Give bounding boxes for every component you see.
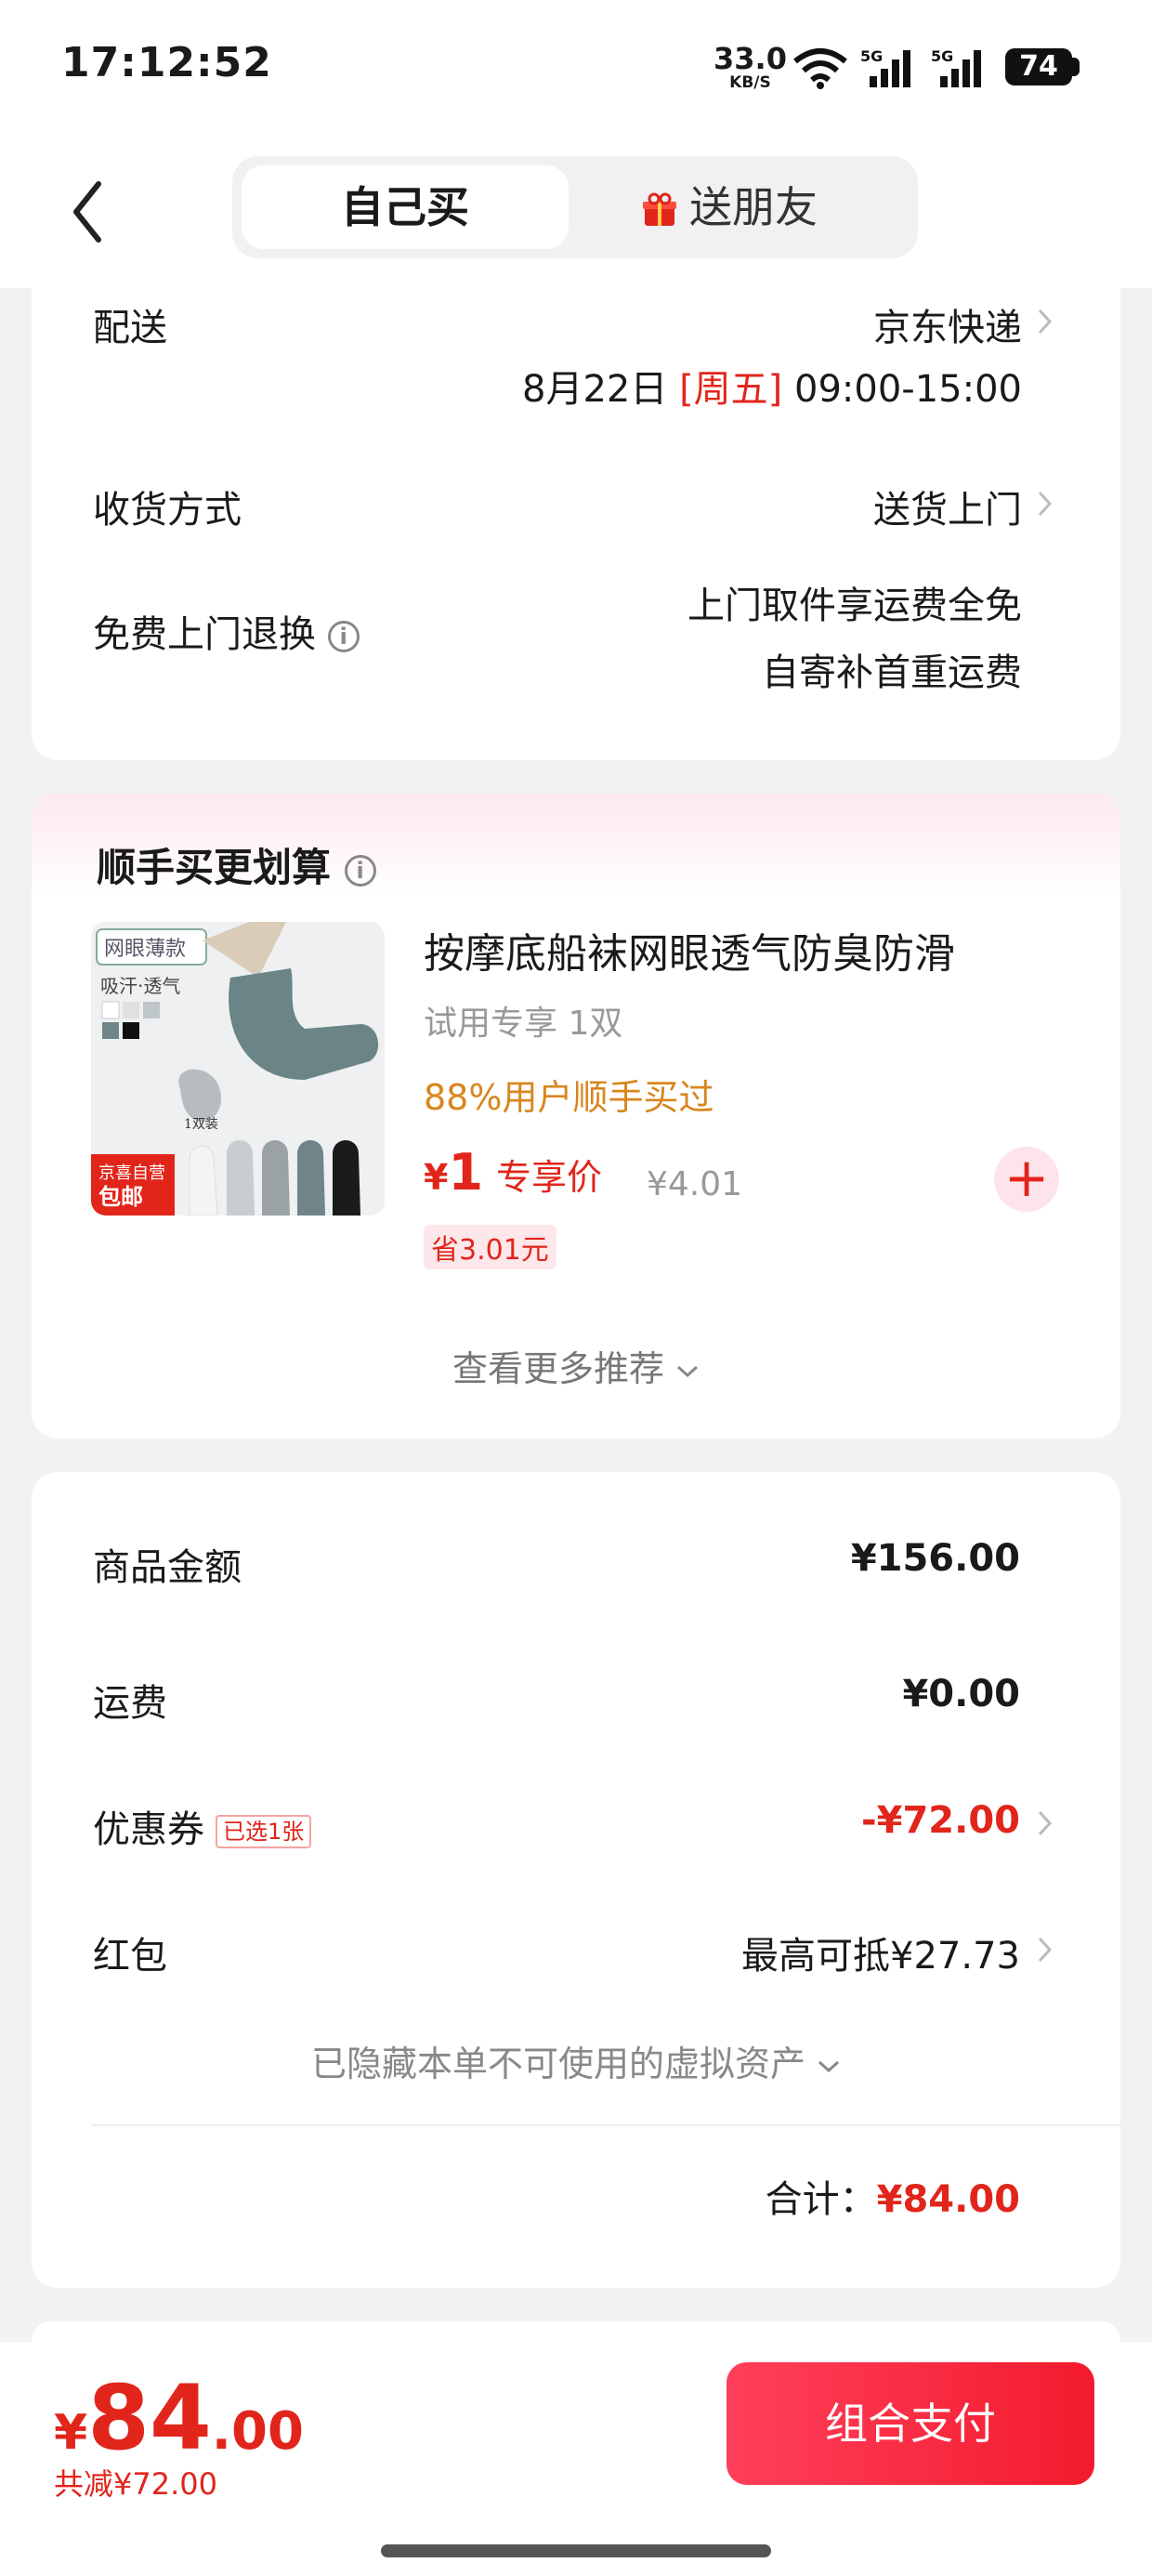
chevron-right-icon[interactable] <box>1035 485 1055 522</box>
thumb-sub: 吸汗·透气 <box>100 975 180 997</box>
order-total-value: ¥84.00 <box>876 2178 1020 2221</box>
signal-5g-icon: 5G <box>860 47 910 87</box>
delivery-carrier[interactable]: 京东快递 <box>873 297 1022 351</box>
coupon-label-text: 优惠券 <box>93 1808 204 1851</box>
sock-image: 网眼薄款 吸汗·透气 1双装 京喜自营 包邮 <box>91 922 385 1216</box>
free-return-line1: 上门取件享运费全免 <box>687 585 1022 627</box>
goods-amount-value: ¥156.00 <box>850 1537 1020 1580</box>
battery-icon: 74 <box>1005 48 1072 85</box>
back-arrow-icon[interactable] <box>63 175 119 249</box>
thumb-badge-2: 包邮 <box>98 1184 143 1210</box>
delivery-time-range: 09:00-15:00 <box>794 368 1022 411</box>
chevron-right-icon[interactable] <box>1035 1931 1055 1968</box>
top-header: 自己买 送朋友 <box>0 139 1152 288</box>
addon-card: 顺手买更划算 i 网眼薄款 吸汗·透气 1双装 京喜自营 包邮 按摩底船袜网眼透… <box>32 794 1120 1439</box>
thumb-pack: 1双装 <box>184 1117 218 1132</box>
signal2-label: 5G <box>931 47 953 65</box>
receive-method-value[interactable]: 送货上门 <box>873 480 1022 533</box>
free-return-text: 免费上门退换 <box>93 613 316 656</box>
thumb-tag: 网眼薄款 <box>104 938 186 961</box>
save-badge: 省3.01元 <box>424 1225 556 1269</box>
info-icon[interactable]: i <box>327 621 360 652</box>
free-return-detail: 上门取件享运费全免 自寄补首重运费 <box>687 572 1022 706</box>
delivery-card: 配送 京东快递 8月22日 [周五] 09:00-15:00 收货方式 送货上门… <box>32 279 1120 760</box>
hidden-assets-toggle[interactable]: 已隐藏本单不可使用的虚拟资产 <box>32 2035 1120 2086</box>
status-bar: 17:12:52 33.0 KB/S 5G 5G 74 <box>0 0 1152 139</box>
free-return-label: 免费上门退换 i <box>93 604 360 658</box>
gift-icon <box>643 192 676 226</box>
tab-gift-friend[interactable]: 送朋友 <box>641 165 883 249</box>
original-price: ¥4.01 <box>647 1165 743 1203</box>
divider <box>91 2124 1120 2126</box>
free-return-line2: 自寄补首重运费 <box>762 651 1022 694</box>
pay-total-int: 84 <box>87 2366 212 2470</box>
net-speed: 33.0 KB/S <box>713 41 787 95</box>
delivery-label: 配送 <box>93 307 167 349</box>
product-popularity: 88%用户顺手买过 <box>424 1077 714 1118</box>
order-total: 合计：¥84.00 <box>766 2169 1020 2223</box>
signal-5g-icon-2: 5G <box>931 47 981 87</box>
product-title[interactable]: 按摩底船袜网眼透气防臭防滑 <box>424 920 955 979</box>
delivery-date: 8月22日 <box>522 368 668 411</box>
see-more-label: 查看更多推荐 <box>452 1348 664 1389</box>
checkout-bar: ¥84.00 共减¥72.00 组合支付 <box>0 2342 1152 2576</box>
home-indicator[interactable] <box>381 2544 771 2557</box>
hongbao-value[interactable]: 最高可抵¥27.73 <box>741 1925 1020 1979</box>
hongbao-label: 红包 <box>93 1935 167 1978</box>
freight-value: ¥0.00 <box>902 1673 1020 1715</box>
coupon-label: 优惠券 已选1张 <box>93 1799 312 1853</box>
coupon-value[interactable]: -¥72.00 <box>861 1799 1020 1842</box>
see-more-recommendations[interactable]: 查看更多推荐 <box>32 1340 1120 1391</box>
status-time: 17:12:52 <box>61 39 272 86</box>
pay-total-symbol: ¥ <box>54 2405 88 2461</box>
price-summary-card: 商品金额 ¥156.00 运费 ¥0.00 优惠券 已选1张 -¥72.00 红包… <box>32 1472 1120 2288</box>
tab-self-buy[interactable]: 自己买 <box>242 165 569 249</box>
goods-amount-label: 商品金额 <box>93 1546 242 1589</box>
purchase-mode-switch: 自己买 送朋友 <box>232 156 918 258</box>
price-symbol: ¥ <box>424 1157 449 1198</box>
delivery-weekday: [周五] <box>679 368 783 411</box>
net-speed-value: 33.0 <box>713 41 787 76</box>
freight-label: 运费 <box>93 1682 167 1725</box>
addon-title: 顺手买更划算 i <box>97 836 376 893</box>
add-to-order-button[interactable]: + <box>994 1147 1059 1212</box>
chevron-right-icon[interactable] <box>1035 1805 1055 1842</box>
hidden-assets-label: 已隐藏本单不可使用的虚拟资产 <box>310 2044 805 2084</box>
pay-total: ¥84.00 <box>54 2366 304 2470</box>
price-value: 1 <box>448 1143 484 1202</box>
addon-title-text: 顺手买更划算 <box>97 845 332 890</box>
pay-total-dec: .00 <box>211 2401 304 2462</box>
info-icon[interactable]: i <box>344 854 376 887</box>
tab-gift-label: 送朋友 <box>689 182 818 232</box>
product-subtitle: 试用专享 1双 <box>424 1005 623 1043</box>
chevron-down-icon <box>818 2060 840 2073</box>
receive-method-label: 收货方式 <box>93 489 242 532</box>
total-saved: 共减¥72.00 <box>54 2466 217 2502</box>
battery-cap <box>1072 58 1080 76</box>
coupon-selected-badge: 已选1张 <box>216 1815 312 1848</box>
delivery-time[interactable]: 8月22日 [周五] 09:00-15:00 <box>522 359 1022 413</box>
product-price: ¥1 专享价 <box>424 1143 602 1202</box>
product-thumbnail[interactable]: 网眼薄款 吸汗·透气 1双装 京喜自营 包邮 <box>91 922 385 1216</box>
price-tag: 专享价 <box>496 1157 603 1198</box>
order-total-label: 合计： <box>765 2178 877 2221</box>
chevron-down-icon <box>677 1365 699 1378</box>
combined-pay-button[interactable]: 组合支付 <box>727 2362 1094 2485</box>
wifi-icon <box>793 48 847 89</box>
thumb-badge-1: 京喜自营 <box>98 1163 165 1183</box>
signal1-label: 5G <box>860 47 883 65</box>
chevron-right-icon[interactable] <box>1035 303 1055 340</box>
